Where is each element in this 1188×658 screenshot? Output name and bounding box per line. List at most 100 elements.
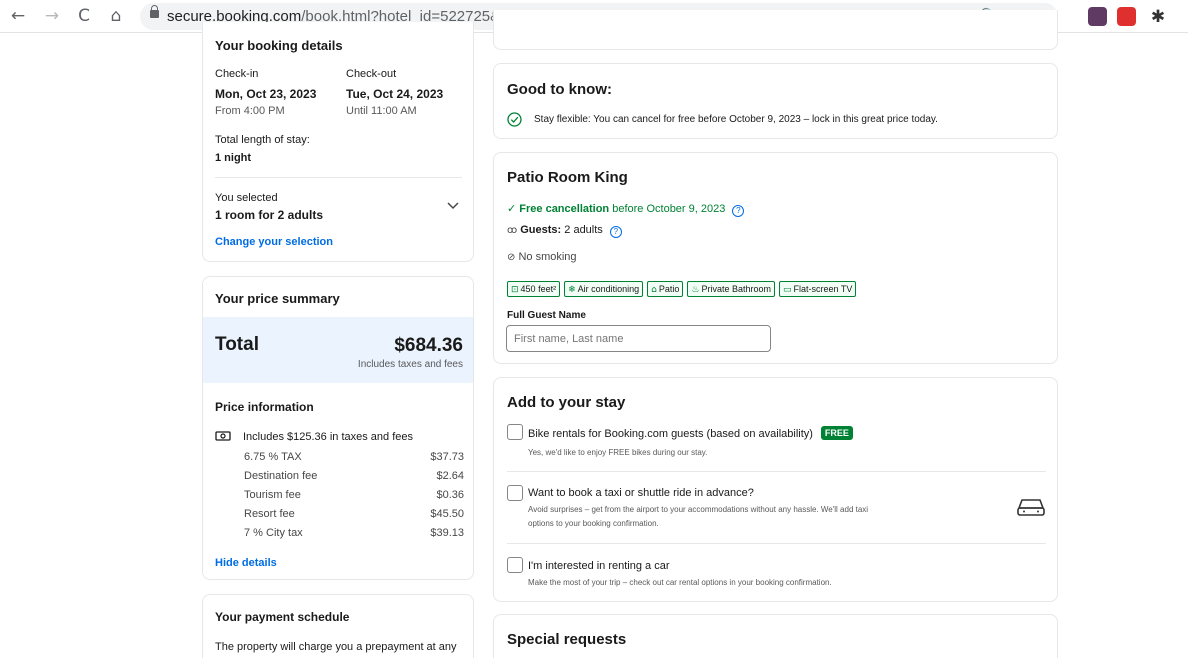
bike-rental-label[interactable]: Bike rentals for Booking.com guests (bas… [528, 426, 853, 440]
price-item-value: $37.73 [430, 451, 464, 463]
bath-icon: ♨ [691, 285, 700, 295]
divider [215, 177, 462, 178]
add-to-stay-card: Add to your stay Bike rentals for Bookin… [493, 377, 1058, 602]
car-rental-label[interactable]: I'm interested in renting a car [528, 560, 670, 572]
hide-details-link[interactable]: Hide details [215, 557, 277, 569]
checkout-date: Tue, Oct 24, 2023 [346, 87, 444, 101]
patio-icon: ⌂ [651, 285, 657, 295]
free-cancellation-date: before October 9, 2023 [609, 203, 726, 215]
booking-details-card: Your booking details Check-in Mon, Oct 2… [202, 22, 474, 262]
good-to-know-card: Good to know: Stay flexible: You can can… [493, 63, 1058, 139]
price-row-tourism-fee: Tourism fee $0.36 [244, 489, 464, 501]
home-icon[interactable]: ⌂ [104, 4, 128, 28]
price-item-label: Resort fee [244, 508, 295, 520]
guest-name-label: Full Guest Name [507, 310, 586, 321]
price-row-resort-fee: Resort fee $45.50 [244, 508, 464, 520]
price-item-label: 7 % City tax [244, 527, 303, 539]
extension-icon-1[interactable] [1088, 7, 1107, 26]
payment-schedule-text: The property will charge you a prepaymen… [215, 641, 457, 653]
smoking-text: No smoking [518, 251, 577, 263]
check-circle-icon [507, 112, 522, 127]
stay-length-label: Total length of stay: [215, 134, 310, 146]
amenity-label: Patio [658, 284, 680, 294]
price-info-title: Price information [215, 400, 314, 414]
total-note: Includes taxes and fees [357, 359, 463, 370]
car-rental-checkbox[interactable] [507, 557, 523, 573]
selected-value: 1 room for 2 adults [215, 208, 324, 222]
checkout-label: Check-out [346, 68, 397, 80]
price-item-label: Destination fee [244, 470, 318, 482]
price-item-value: $39.13 [430, 527, 464, 539]
special-requests-card: Special requests [493, 614, 1058, 658]
amenity-label: Flat-screen TV [793, 284, 853, 294]
amenities-row: ⊡ 450 feet² ❄ Air conditioning ⌂ Patio ♨ Privat… [507, 279, 860, 297]
price-item-value: $45.50 [430, 508, 464, 520]
car-icon [1017, 499, 1045, 516]
amenity-label: Private Bathroom [701, 284, 772, 294]
bike-rental-text: Bike rentals for Booking.com guests (bas… [528, 428, 813, 440]
reload-icon[interactable]: C [72, 4, 96, 28]
pdf-extension-icon[interactable] [1117, 7, 1136, 26]
lock-icon[interactable] [150, 5, 159, 18]
price-summary-card: Your price summary Total $684.36 Include… [202, 276, 474, 580]
bike-rental-note: Yes, we'd like to enjoy FREE bikes durin… [528, 448, 708, 457]
chevron-down-icon[interactable] [447, 202, 459, 210]
money-icon [215, 431, 231, 441]
checkmark-icon: ✓ [507, 202, 517, 215]
change-selection-link[interactable]: Change your selection [215, 236, 333, 248]
snowflake-icon: ❄ [568, 285, 576, 295]
price-row-tax: 6.75 % TAX $37.73 [244, 451, 464, 463]
previous-section-card [493, 10, 1058, 50]
taxi-label[interactable]: Want to book a taxi or shuttle ride in a… [528, 487, 754, 499]
room-card: Patio Room King ✓ Free cancellation befo… [493, 152, 1058, 364]
tv-icon: ▭ [783, 285, 792, 295]
checkin-date: Mon, Oct 23, 2023 [215, 87, 317, 101]
free-cancellation-label: Free cancellation [519, 203, 610, 215]
amenity-size: ⊡ 450 feet² [507, 281, 561, 297]
room-title: Patio Room King [507, 169, 628, 186]
price-item-value: $0.36 [436, 489, 464, 501]
bike-rental-checkbox[interactable] [507, 424, 523, 440]
smoking-row: ⊘ No smoking [507, 251, 577, 263]
includes-taxes-text: Includes $125.36 in taxes and fees [243, 431, 414, 443]
stay-length-value: 1 night [215, 152, 252, 164]
special-requests-title: Special requests [507, 631, 627, 648]
price-row-city-tax: 7 % City tax $39.13 [244, 527, 464, 539]
taxi-note-line1: Avoid surprises – get from the airport t… [528, 505, 869, 514]
extensions-puzzle-icon[interactable]: ✱ [1146, 5, 1170, 29]
guests-value: 2 adults [561, 224, 603, 236]
price-item-value: $2.64 [436, 470, 464, 482]
question-circle-icon[interactable]: ? [609, 226, 622, 238]
guests-icon: ꝏ [507, 225, 518, 236]
checkin-time: From 4:00 PM [215, 105, 285, 117]
amenity-label: Air conditioning [577, 284, 640, 294]
total-label: Total [215, 334, 259, 355]
back-icon[interactable]: ← [6, 4, 30, 28]
selected-label: You selected [215, 192, 278, 204]
divider [507, 471, 1046, 472]
amenity-label: 450 feet² [520, 284, 557, 294]
car-rental-note: Make the most of your trip – check out c… [528, 578, 832, 587]
size-icon: ⊡ [511, 285, 519, 295]
no-smoking-icon: ⊘ [507, 252, 516, 263]
good-to-know-title: Good to know: [507, 81, 612, 98]
payment-schedule-card: Your payment schedule The property will … [202, 594, 474, 658]
free-badge: FREE [820, 426, 853, 440]
payment-schedule-title: Your payment schedule [215, 610, 350, 624]
amenity-patio: ⌂ Patio [647, 281, 684, 297]
amenity-private-bathroom: ♨ Private Bathroom [687, 281, 776, 297]
price-item-label: 6.75 % TAX [244, 451, 302, 463]
price-row-destination-fee: Destination fee $2.64 [244, 470, 464, 482]
checkout-time: Until 11:00 AM [346, 105, 417, 117]
guest-name-input[interactable] [506, 325, 771, 352]
guests-row: ꝏ Guests: 2 adults ? [507, 224, 622, 238]
booking-details-title: Your booking details [215, 38, 343, 53]
taxi-note-line2: options to your booking confirmation. [528, 519, 659, 528]
price-item-label: Tourism fee [244, 489, 301, 501]
taxi-checkbox[interactable] [507, 485, 523, 501]
amenity-tv: ▭ Flat-screen TV [779, 281, 857, 297]
forward-icon[interactable]: → [40, 4, 64, 28]
add-to-stay-title: Add to your stay [507, 394, 626, 411]
question-circle-icon[interactable]: ? [732, 205, 745, 217]
checkin-label: Check-in [215, 68, 259, 80]
